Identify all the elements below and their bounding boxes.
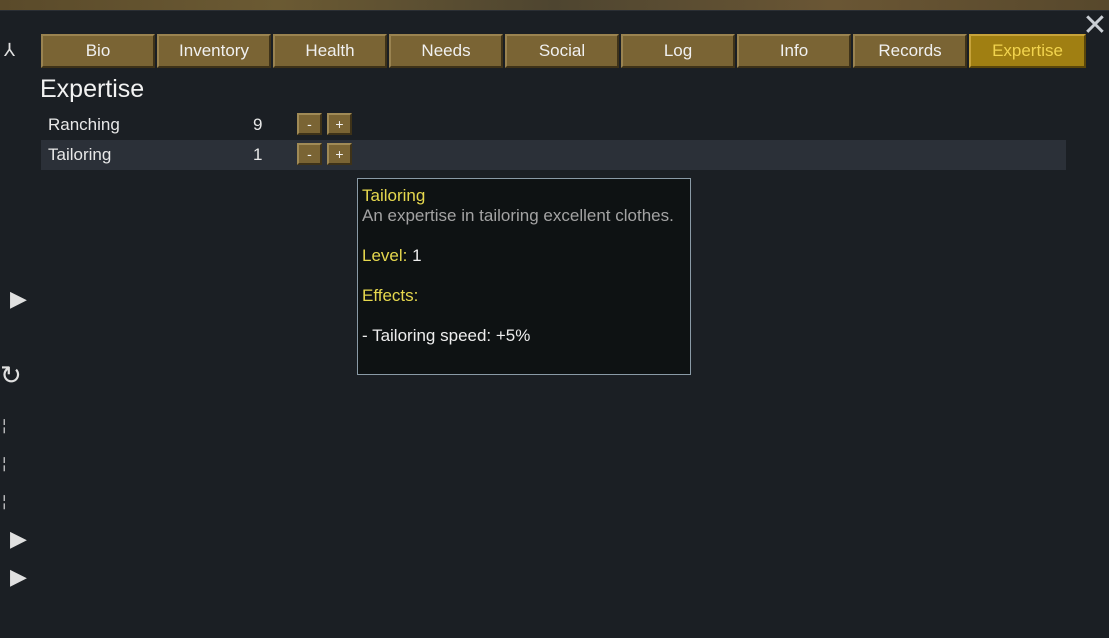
tab-social[interactable]: Social: [505, 34, 619, 68]
tooltip-level-value: 1: [407, 246, 422, 265]
dash-marker-icon: ╎: [0, 456, 9, 472]
arrow-right-icon[interactable]: ▶: [10, 564, 27, 590]
tab-expertise[interactable]: Expertise: [969, 34, 1086, 68]
increase-button[interactable]: +: [327, 143, 352, 165]
tab-bio[interactable]: Bio: [41, 34, 155, 68]
tab-log[interactable]: Log: [621, 34, 735, 68]
decrease-button[interactable]: -: [297, 113, 322, 135]
map-strip: [0, 0, 1109, 11]
pin-icon[interactable]: ⅄: [4, 40, 15, 61]
expertise-level: 9: [253, 115, 263, 134]
tooltip-effects-label: Effects:: [362, 286, 419, 305]
hook-icon: ↻: [0, 360, 22, 390]
expertise-row-tailoring: Tailoring 1 - +: [41, 140, 1066, 170]
expertise-row-ranching: Ranching 9 - +: [41, 110, 1066, 140]
tooltip-effect: - Tailoring speed: +5%: [362, 326, 531, 345]
page-title: Expertise: [40, 75, 145, 103]
dash-marker-icon: ╎: [0, 494, 9, 510]
tab-info[interactable]: Info: [737, 34, 851, 68]
left-gutter: ⅄ ▶ ↻ ╎ ╎ ╎ ▶ ▶: [0, 10, 36, 638]
dash-marker-icon: ╎: [0, 418, 9, 434]
expertise-name: Ranching: [48, 115, 120, 134]
expertise-tooltip: Tailoring An expertise in tailoring exce…: [357, 178, 691, 375]
tooltip-description: An expertise in tailoring excellent clot…: [362, 206, 674, 225]
tooltip-level: Level: 1: [362, 246, 686, 266]
tooltip-title: Tailoring: [362, 186, 426, 205]
expertise-level: 1: [253, 145, 263, 164]
tab-health[interactable]: Health: [273, 34, 387, 68]
tab-inventory[interactable]: Inventory: [157, 34, 271, 68]
expertise-name: Tailoring: [48, 145, 112, 164]
tooltip-level-label: Level:: [362, 246, 408, 265]
arrow-right-icon[interactable]: ▶: [10, 526, 27, 552]
arrow-right-icon[interactable]: ▶: [10, 286, 27, 312]
increase-button[interactable]: +: [327, 113, 352, 135]
decrease-button[interactable]: -: [297, 143, 322, 165]
tab-needs[interactable]: Needs: [389, 34, 503, 68]
tab-records[interactable]: Records: [853, 34, 967, 68]
